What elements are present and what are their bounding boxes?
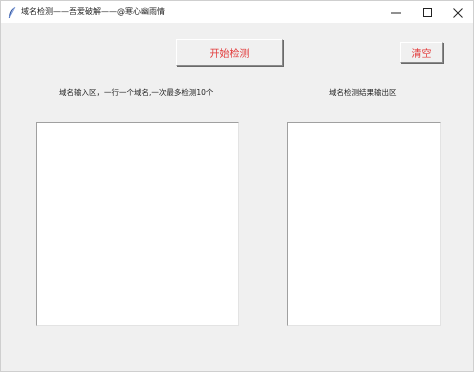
title-bar[interactable]: 域名检测——吾爱破解——@寒心幽雨情 bbox=[1, 1, 473, 23]
feather-icon bbox=[6, 5, 18, 19]
maximize-button[interactable] bbox=[413, 1, 443, 23]
close-icon bbox=[453, 3, 463, 22]
window-title: 域名检测——吾爱破解——@寒心幽雨情 bbox=[21, 7, 165, 16]
result-output-textarea[interactable] bbox=[287, 122, 441, 326]
app-window: 域名检测——吾爱破解——@寒心幽雨情 开始检测 清空 域名输入区，一行一个域名,… bbox=[0, 0, 474, 372]
maximize-icon bbox=[423, 3, 433, 22]
minimize-icon bbox=[391, 3, 401, 22]
domain-input-textarea[interactable] bbox=[36, 122, 239, 326]
clear-button[interactable]: 清空 bbox=[400, 42, 443, 63]
output-area-label: 域名检测结果输出区 bbox=[329, 88, 397, 97]
input-area-label: 域名输入区，一行一个域名,一次最多检测10个 bbox=[59, 88, 214, 97]
close-button[interactable] bbox=[443, 1, 473, 23]
start-check-button[interactable]: 开始检测 bbox=[176, 39, 283, 66]
minimize-button[interactable] bbox=[381, 1, 411, 23]
